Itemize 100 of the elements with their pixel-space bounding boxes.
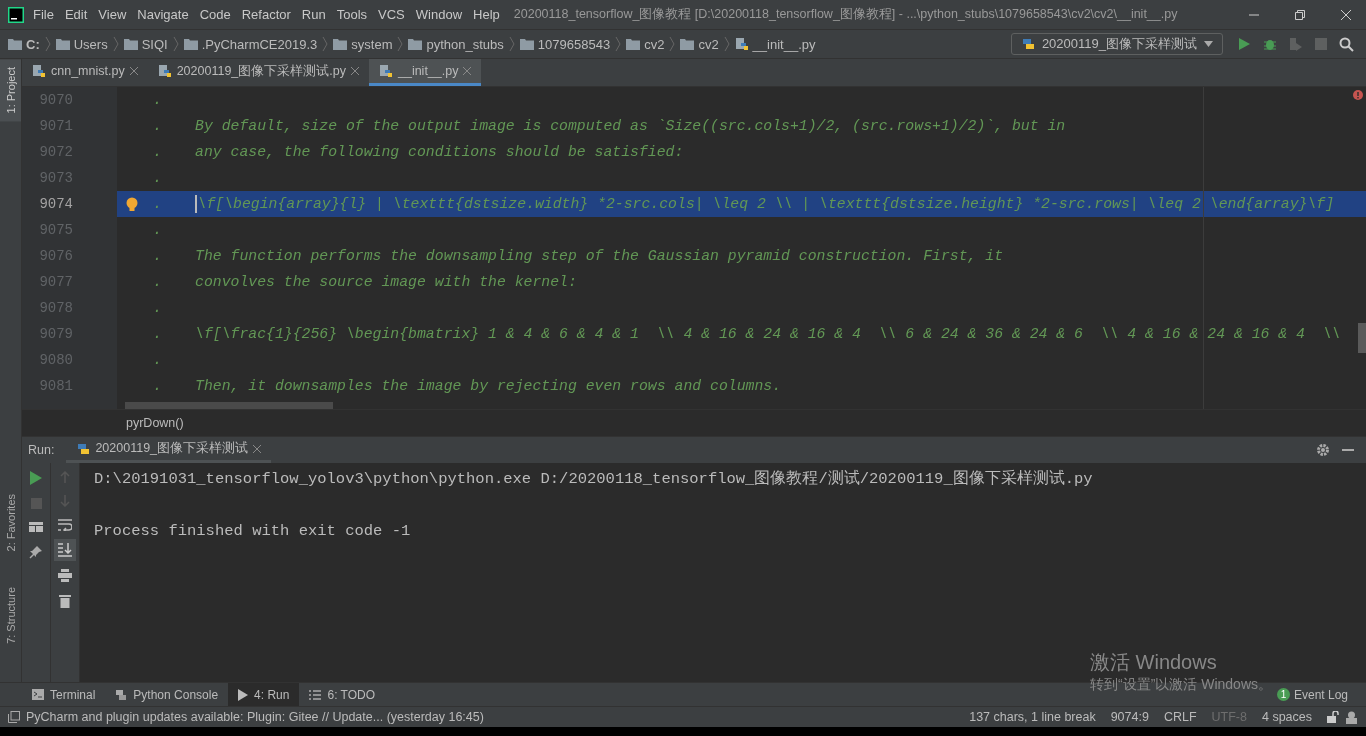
panel-toggle-icon[interactable] xyxy=(8,711,20,723)
code-text: any case, the following conditions should be satisfied: xyxy=(195,144,684,160)
menu-item[interactable]: Help xyxy=(473,7,500,22)
python-icon xyxy=(115,688,128,701)
event-log-button[interactable]: 1 Event Log xyxy=(1276,687,1348,702)
status-item[interactable]: CRLF xyxy=(1163,710,1197,724)
code-text: . xyxy=(153,118,162,134)
menu-item[interactable]: Window xyxy=(415,7,463,22)
close-icon[interactable] xyxy=(129,67,138,75)
breadcrumb-item[interactable]: cv2 xyxy=(680,36,719,52)
error-icon xyxy=(1353,90,1363,100)
code-text: . xyxy=(153,170,162,186)
python-file-icon xyxy=(379,64,393,78)
file-tab[interactable]: 20200119_图像下采样测试.py xyxy=(147,59,369,86)
status-item[interactable]: 9074:9 xyxy=(1110,710,1149,724)
terminal-icon xyxy=(32,689,44,700)
menu-item[interactable]: Tools xyxy=(336,7,368,22)
tool-window-tab[interactable]: 4: Run xyxy=(228,683,300,706)
unlock-icon[interactable] xyxy=(1327,711,1339,723)
folder-icon xyxy=(519,38,534,50)
menu-item[interactable]: View xyxy=(98,7,127,22)
folder-icon xyxy=(680,38,695,50)
minimize-icon[interactable] xyxy=(1342,448,1354,452)
chevron-icon xyxy=(615,36,622,52)
breadcrumb-item[interactable]: C: xyxy=(8,36,40,52)
breadcrumb-item[interactable]: __init__.py xyxy=(734,36,816,52)
pycharm-logo-icon xyxy=(8,6,24,23)
close-icon[interactable] xyxy=(1340,8,1352,21)
file-tab[interactable]: cnn_mnist.py xyxy=(22,59,148,86)
code-text: . xyxy=(153,92,162,108)
tool-window-tab[interactable]: Terminal xyxy=(22,683,106,706)
breadcrumb-item[interactable]: 1079658543 xyxy=(519,36,611,52)
inspector-icon[interactable] xyxy=(1345,710,1358,724)
tool-window-tab[interactable]: Python Console xyxy=(105,683,229,706)
caret-icon xyxy=(1204,41,1213,47)
layout-icon[interactable] xyxy=(29,522,43,532)
python-icon xyxy=(76,441,91,456)
pin-icon[interactable] xyxy=(29,545,43,559)
status-item[interactable]: 4 spaces xyxy=(1261,710,1312,724)
chevron-icon xyxy=(508,36,515,52)
tool-window-tab[interactable]: 7: Structure xyxy=(0,579,21,652)
code-text: . xyxy=(153,248,162,264)
folder-icon xyxy=(55,38,70,50)
code-text: By default, size of the output image is computed as `Size((src.cols+1)/2, (src.rows+1)/2)`, but in xyxy=(195,118,1066,134)
notification-badge: 1 xyxy=(1276,688,1290,701)
breadcrumb-item[interactable]: .PyCharmCE2019.3 xyxy=(183,36,318,52)
code-text: . xyxy=(153,352,162,368)
code-text: . xyxy=(153,326,162,342)
code-text: . xyxy=(153,300,162,316)
menu-item[interactable]: Code xyxy=(199,7,231,22)
print-icon[interactable] xyxy=(58,569,72,582)
code-text: convolves the source image with the kernel: xyxy=(195,274,577,290)
menu-item[interactable]: Edit xyxy=(64,7,88,22)
breadcrumb-item[interactable]: SIQI xyxy=(123,36,168,52)
code-text: . xyxy=(153,378,162,394)
breadcrumb-item[interactable]: cv2 xyxy=(626,36,665,52)
breadcrumb-item[interactable]: python_stubs xyxy=(408,36,504,52)
console-output: Process finished with exit code -1 xyxy=(94,521,412,542)
menu-item[interactable]: VCS xyxy=(378,7,405,22)
folder-icon xyxy=(8,38,22,50)
breadcrumb-item[interactable]: system xyxy=(333,36,393,52)
close-icon[interactable] xyxy=(253,444,262,453)
code-text: . xyxy=(153,274,162,290)
chevron-icon xyxy=(112,36,119,52)
breadcrumb-item[interactable]: Users xyxy=(55,36,108,52)
scrollbar-thumb[interactable] xyxy=(125,402,333,409)
tool-window-tab[interactable]: 1: Project xyxy=(0,59,21,122)
close-icon[interactable] xyxy=(351,67,359,75)
status-item[interactable]: 137 chars, 1 line break xyxy=(969,710,1096,724)
tool-window-tab[interactable]: 6: TODO xyxy=(299,683,386,706)
tool-window-tab[interactable]: 2: Favorites xyxy=(0,485,21,560)
settings-icon[interactable] xyxy=(1316,443,1330,457)
bug-icon[interactable] xyxy=(1263,37,1277,51)
menu-item[interactable]: Refactor xyxy=(241,7,291,22)
console-output: D:\20191031_tensorflow_yolov3\python\python.exe D:/20200118_tensorflow_图像教程/测试/20200119_图像下采样测试.py xyxy=(94,469,1094,490)
menu-item[interactable]: Run xyxy=(301,7,326,22)
folder-icon xyxy=(333,38,348,50)
menu-item[interactable]: Navigate xyxy=(137,7,189,22)
chevron-icon xyxy=(322,36,329,52)
code-breadcrumb[interactable]: pyrDown() xyxy=(126,416,184,430)
python-file-icon xyxy=(734,37,749,51)
scrollbar-thumb[interactable] xyxy=(1358,323,1366,353)
run-icon[interactable] xyxy=(30,471,42,485)
code-text: The function performs the downsampling step of the Gaussian pyramid construction. First, it xyxy=(195,248,1004,264)
soft-wrap-icon[interactable] xyxy=(58,519,72,531)
menu-item[interactable]: File xyxy=(33,7,54,22)
python-icon xyxy=(1020,37,1035,51)
run-configuration-dropdown[interactable]: 20200119_图像下采样测试 xyxy=(1010,33,1223,55)
code-text: . xyxy=(153,144,162,160)
status-message[interactable]: PyCharm and plugin updates available: Plugin: Gitee // Update... (yesterday 16:45) xyxy=(26,710,484,724)
scroll-to-end-button[interactable] xyxy=(54,539,76,561)
chevron-icon xyxy=(397,36,404,52)
chevron-icon xyxy=(669,36,676,52)
restore-icon[interactable] xyxy=(1294,8,1306,21)
search-icon[interactable] xyxy=(1339,36,1354,52)
run-icon[interactable] xyxy=(1237,37,1251,51)
file-tab[interactable]: __init__.py xyxy=(369,59,482,86)
trash-icon[interactable] xyxy=(59,594,71,608)
play-icon xyxy=(238,688,249,701)
lightbulb-icon[interactable] xyxy=(125,196,138,212)
